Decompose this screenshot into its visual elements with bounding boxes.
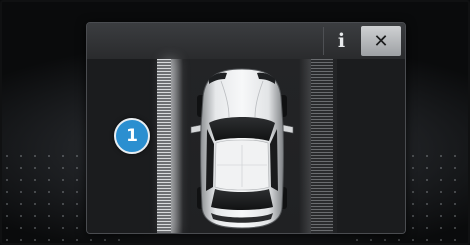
car-top-view-icon [190,68,294,229]
info-icon: i [337,30,346,52]
sensor-marker-number: 1 [126,126,138,146]
left-bay-line [157,59,171,233]
head-unit-screen: i ✕ 1 [0,0,470,245]
sensor-marker-badge: 1 [114,118,150,154]
close-icon: ✕ [373,30,389,52]
right-bay-line [311,59,333,233]
close-button[interactable]: ✕ [361,26,401,56]
right-bay-line-fade [299,59,311,233]
left-bay-line-glow [171,59,183,233]
info-button[interactable]: i [323,27,359,55]
panel-toolbar: i ✕ [87,23,405,60]
